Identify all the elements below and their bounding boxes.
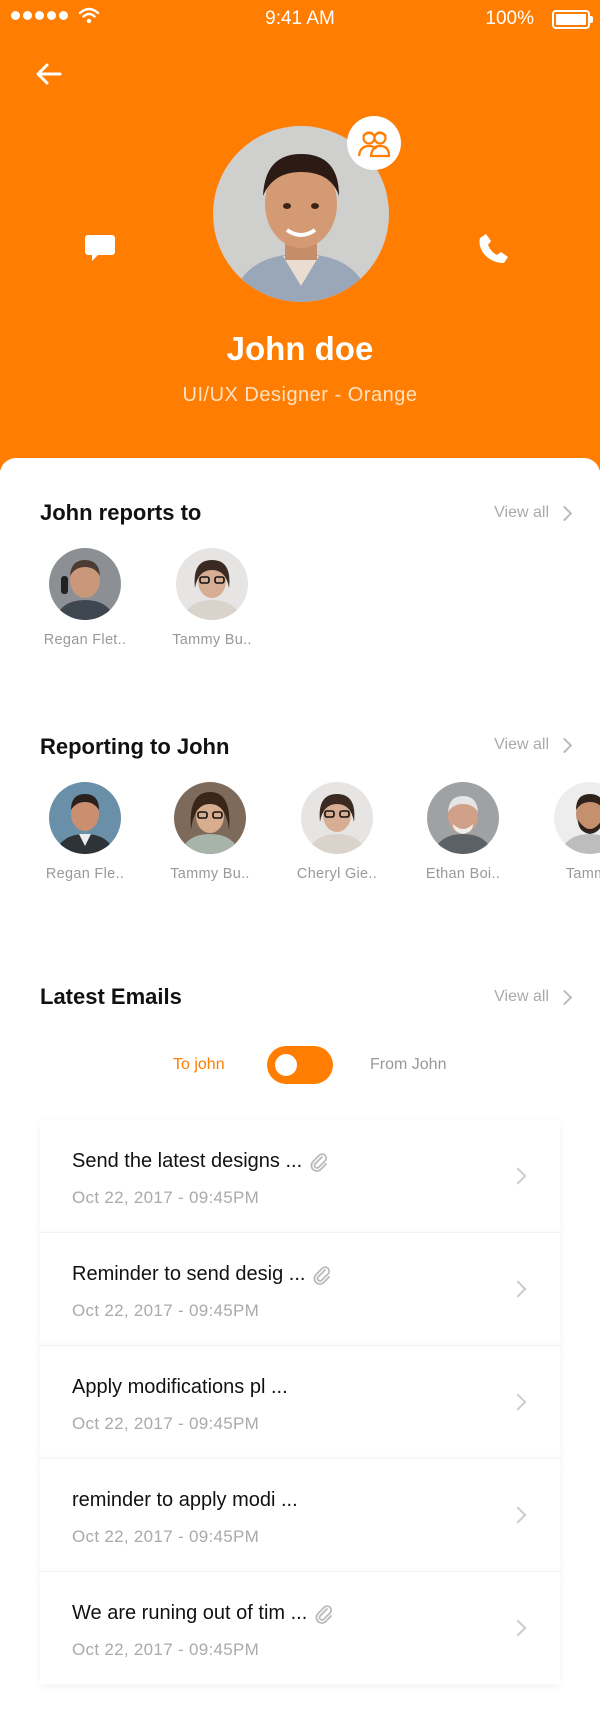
toggle-knob	[275, 1054, 297, 1076]
chevron-right-icon	[556, 505, 573, 521]
person-item[interactable]: Tammy	[530, 782, 600, 882]
team-badge[interactable]	[347, 116, 401, 170]
battery-percent: 100%	[485, 8, 534, 29]
chevron-right-icon	[556, 989, 573, 1005]
email-item[interactable]: Send the latest designs ... Oct 22, 2017…	[40, 1120, 560, 1232]
chat-button[interactable]	[80, 228, 120, 268]
paperclip-icon	[313, 1265, 331, 1285]
email-item[interactable]: Apply modifications pl ... Oct 22, 2017 …	[40, 1345, 560, 1458]
person-name: Ethan Boi..	[425, 866, 501, 882]
person-name: Tammy Bu..	[170, 866, 250, 882]
person-item[interactable]: Regan Fle..	[25, 782, 145, 882]
email-item[interactable]: reminder to apply modi ... Oct 22, 2017 …	[40, 1458, 560, 1571]
email-subject: reminder to apply modi ...	[72, 1489, 298, 1511]
email-date: Oct 22, 2017 - 09:45PM	[72, 1188, 260, 1207]
person-item[interactable]: Tammy Bu..	[152, 548, 272, 648]
call-button[interactable]	[474, 228, 514, 268]
email-subject: Reminder to send desig ...	[72, 1263, 306, 1285]
email-date: Oct 22, 2017 - 09:45PM	[72, 1414, 260, 1433]
avatar	[427, 782, 499, 854]
section-title-reporting-to: Reporting to John	[40, 734, 230, 759]
email-date: Oct 22, 2017 - 09:45PM	[72, 1527, 260, 1546]
profile-name: John doe	[226, 330, 374, 367]
person-name: Regan Fle..	[45, 866, 125, 882]
avatar	[554, 782, 600, 854]
section-title-reports-to: John reports to	[40, 500, 202, 525]
team-icon	[357, 131, 391, 158]
person-name: Tammy	[565, 866, 600, 882]
person-name: Regan Flet..	[43, 632, 127, 648]
person-item[interactable]: Cheryl Gie..	[277, 782, 397, 882]
person-name: Tammy Bu..	[172, 632, 252, 648]
view-all-label: View all	[494, 736, 549, 753]
view-all-reports-to[interactable]: View all	[494, 504, 573, 522]
toggle-label-to-john[interactable]: To john	[173, 1056, 225, 1074]
view-all-emails[interactable]: View all	[494, 988, 573, 1006]
chevron-right-icon	[509, 1393, 527, 1411]
profile-role: UI/UX Designer - Orange	[182, 384, 418, 406]
email-item[interactable]: We are runing out of tim ... Oct 22, 201…	[40, 1571, 560, 1684]
email-date: Oct 22, 2017 - 09:45PM	[72, 1301, 260, 1320]
view-all-label: View all	[494, 988, 549, 1005]
avatar	[301, 782, 373, 854]
section-title-latest-emails: Latest Emails	[40, 984, 182, 1009]
email-direction-toggle[interactable]	[267, 1046, 333, 1084]
email-subject: We are runing out of tim ...	[72, 1602, 308, 1624]
chevron-right-icon	[556, 737, 573, 753]
chevron-right-icon	[509, 1506, 527, 1524]
chevron-right-icon	[509, 1619, 527, 1637]
view-all-label: View all	[494, 504, 549, 521]
person-item[interactable]: Regan Flet..	[25, 548, 145, 648]
email-date: Oct 22, 2017 - 09:45PM	[72, 1640, 260, 1659]
paperclip-icon	[315, 1604, 333, 1624]
avatar	[49, 782, 121, 854]
email-direction-toggle-row: To john From John	[0, 1044, 600, 1084]
status-bar: 9:41 AM 100%	[0, 0, 600, 36]
email-list: Send the latest designs ... Oct 22, 2017…	[40, 1120, 560, 1684]
toggle-label-from-john[interactable]: From John	[370, 1056, 446, 1074]
phone-icon	[479, 234, 508, 263]
paperclip-icon	[310, 1152, 328, 1172]
chevron-right-icon	[509, 1167, 527, 1185]
avatar	[49, 548, 121, 620]
chevron-right-icon	[509, 1280, 527, 1298]
person-item[interactable]: Tammy Bu..	[150, 782, 270, 882]
person-name: Cheryl Gie..	[296, 866, 378, 882]
avatar	[176, 548, 248, 620]
person-item[interactable]: Ethan Boi..	[403, 782, 523, 882]
chat-icon	[85, 235, 115, 261]
email-subject: Send the latest designs ...	[72, 1150, 303, 1172]
email-subject: Apply modifications pl ...	[72, 1376, 288, 1398]
back-arrow-icon	[36, 63, 62, 85]
email-item[interactable]: Reminder to send desig ... Oct 22, 2017 …	[40, 1232, 560, 1345]
view-all-reporting-to[interactable]: View all	[494, 736, 573, 754]
back-button[interactable]	[30, 56, 66, 92]
battery-icon	[552, 10, 593, 29]
avatar	[174, 782, 246, 854]
profile-header: 9:41 AM 100% John doe UI/UX Designer - O…	[0, 0, 600, 470]
